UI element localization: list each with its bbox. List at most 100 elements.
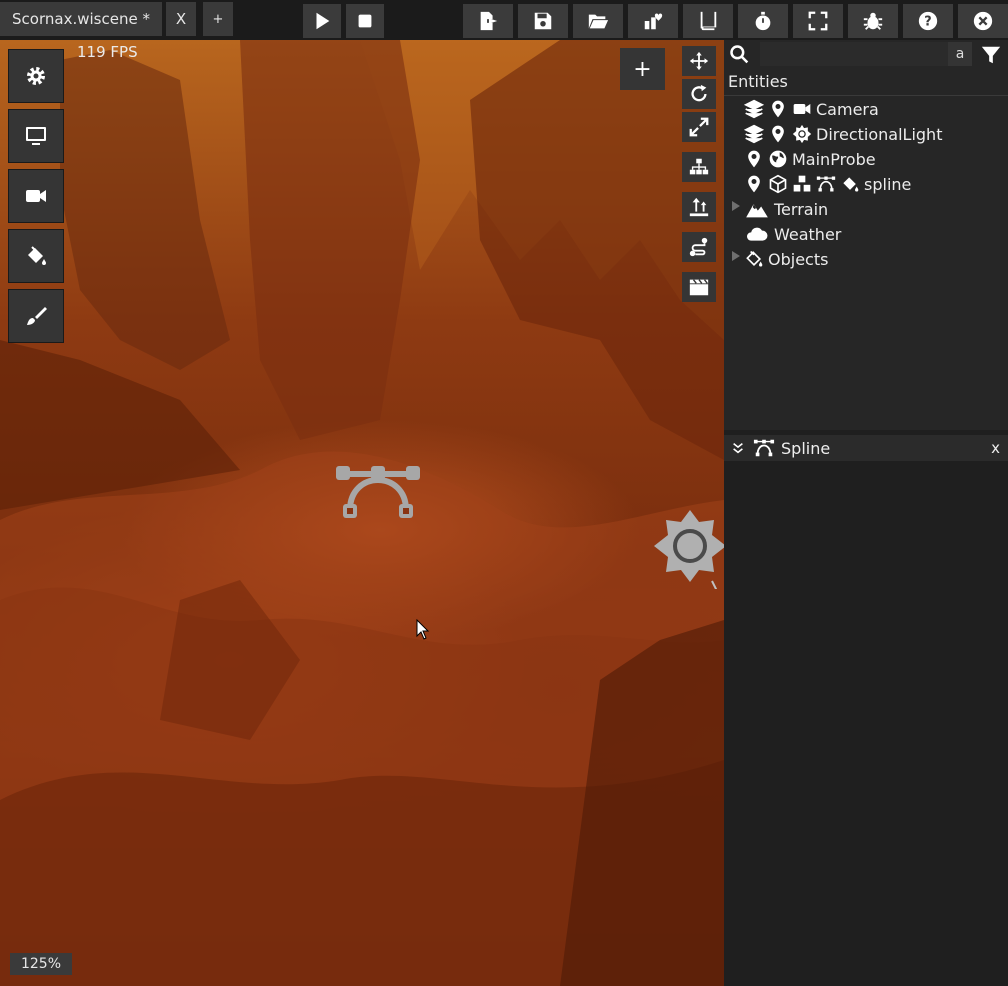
entity-label: spline bbox=[864, 174, 912, 194]
scene-viewport[interactable]: 119 FPS + 125% bbox=[0, 40, 724, 986]
backlog-icon bbox=[700, 11, 717, 31]
open-button[interactable] bbox=[573, 4, 623, 38]
bug-icon bbox=[863, 12, 883, 30]
bug-button[interactable] bbox=[848, 4, 898, 38]
expand-icon bbox=[689, 117, 709, 137]
graphics-button[interactable] bbox=[8, 109, 64, 163]
backlog-button[interactable] bbox=[683, 4, 733, 38]
export-button[interactable] bbox=[463, 4, 513, 38]
video-camera-icon bbox=[26, 190, 46, 202]
svg-text:?: ? bbox=[924, 15, 931, 30]
cubes-icon bbox=[793, 175, 811, 192]
entity-row-mainprobe[interactable]: MainProbe bbox=[744, 147, 876, 171]
expand-arrow-icon[interactable] bbox=[732, 201, 740, 211]
exit-icon bbox=[973, 11, 993, 31]
play-button[interactable] bbox=[303, 4, 341, 38]
entity-label: Objects bbox=[768, 249, 829, 269]
save-button[interactable] bbox=[518, 4, 568, 38]
export-icon bbox=[480, 11, 498, 31]
layers-icon bbox=[744, 99, 764, 119]
bezier-curve-icon bbox=[816, 176, 836, 192]
zoom-level[interactable]: 125% bbox=[10, 953, 72, 975]
stop-icon bbox=[358, 14, 372, 28]
component-title: Spline bbox=[781, 438, 831, 458]
entity-row-spline[interactable]: spline bbox=[744, 172, 911, 196]
path-tool-button[interactable] bbox=[682, 232, 716, 262]
drop-to-ground-button[interactable] bbox=[682, 192, 716, 222]
tab-scene[interactable]: Scornax.wiscene * bbox=[0, 2, 162, 36]
cube-icon bbox=[769, 174, 787, 194]
rotate-icon bbox=[691, 84, 707, 102]
entity-row-camera[interactable]: Camera bbox=[744, 97, 879, 121]
globe-icon bbox=[769, 150, 787, 168]
help-button[interactable]: ? bbox=[903, 4, 953, 38]
content-browser-button[interactable] bbox=[628, 4, 678, 38]
entity-label: Camera bbox=[816, 99, 879, 119]
search-case-button[interactable]: a bbox=[948, 42, 972, 66]
rotate-tool-button[interactable] bbox=[682, 79, 716, 109]
cloud-icon bbox=[747, 227, 768, 241]
entity-row-directionallight[interactable]: DirectionalLight bbox=[744, 122, 942, 146]
spline-gizmo-icon[interactable] bbox=[334, 460, 422, 524]
mouse-cursor-icon bbox=[416, 619, 430, 640]
video-camera-icon bbox=[793, 104, 811, 114]
route-icon bbox=[689, 237, 708, 257]
entity-search-input[interactable] bbox=[760, 42, 958, 66]
sitemap-icon bbox=[689, 158, 709, 175]
camera-button[interactable] bbox=[8, 169, 64, 223]
translate-tool-button[interactable] bbox=[682, 46, 716, 76]
gear-icon bbox=[27, 67, 45, 85]
materials-button[interactable] bbox=[8, 229, 64, 283]
content-browser-icon bbox=[644, 13, 663, 30]
hierarchy-button[interactable] bbox=[682, 152, 716, 182]
expand-arrow-icon[interactable] bbox=[732, 251, 740, 261]
ground-arrows-icon bbox=[689, 197, 709, 217]
entity-label: Terrain bbox=[774, 199, 829, 219]
entity-row-objects[interactable]: Objects bbox=[744, 247, 828, 271]
search-icon bbox=[730, 45, 749, 64]
paint-tool-button[interactable] bbox=[8, 289, 64, 343]
scale-tool-button[interactable] bbox=[682, 112, 716, 142]
profiler-button[interactable] bbox=[738, 4, 788, 38]
brush-icon bbox=[27, 307, 47, 325]
stop-button[interactable] bbox=[346, 4, 384, 38]
location-pin-icon bbox=[772, 100, 784, 118]
add-entity-button[interactable]: + bbox=[620, 48, 665, 90]
location-pin-icon bbox=[748, 150, 760, 168]
help-icon: ? bbox=[918, 11, 938, 31]
entities-title: Entities bbox=[728, 72, 788, 91]
location-pin-icon bbox=[772, 125, 784, 143]
cinema-button[interactable] bbox=[682, 272, 716, 302]
entity-panel: a Entities Camera DirectionalLight MainP… bbox=[724, 40, 1008, 986]
paint-bucket-icon bbox=[843, 177, 859, 192]
layers-icon bbox=[744, 124, 764, 144]
entity-row-weather[interactable]: Weather bbox=[744, 222, 841, 246]
settings-button[interactable] bbox=[8, 49, 64, 103]
close-scene-button[interactable]: X bbox=[166, 2, 196, 36]
new-scene-button[interactable]: + bbox=[203, 2, 233, 36]
sun-gizmo-icon[interactable] bbox=[654, 509, 724, 589]
entity-label: Weather bbox=[774, 224, 842, 244]
entities-list: a Entities Camera DirectionalLight MainP… bbox=[724, 40, 1008, 430]
location-pin-icon bbox=[748, 175, 760, 193]
top-toolbar: Scornax.wiscene * X + ? bbox=[0, 0, 1008, 40]
sun-icon bbox=[792, 124, 812, 144]
filter-icon[interactable] bbox=[980, 44, 1002, 66]
paint-bucket-icon bbox=[28, 246, 46, 265]
divider bbox=[724, 95, 1008, 96]
collapse-chevron-icon[interactable] bbox=[731, 441, 745, 455]
spline-component-header[interactable]: Spline x bbox=[724, 435, 1008, 461]
move-arrows-icon bbox=[689, 51, 709, 71]
monitor-icon bbox=[26, 127, 46, 145]
entity-row-terrain[interactable]: Terrain bbox=[744, 197, 828, 221]
open-folder-icon bbox=[588, 14, 609, 29]
fullscreen-button[interactable] bbox=[793, 4, 843, 38]
profiler-icon bbox=[755, 11, 771, 31]
play-icon bbox=[316, 12, 330, 30]
remove-component-button[interactable]: x bbox=[991, 439, 1000, 457]
entity-label: MainProbe bbox=[792, 149, 876, 169]
entity-label: DirectionalLight bbox=[816, 124, 943, 144]
paint-bucket-icon bbox=[746, 250, 763, 267]
exit-button[interactable] bbox=[958, 4, 1008, 38]
save-icon bbox=[534, 12, 552, 30]
